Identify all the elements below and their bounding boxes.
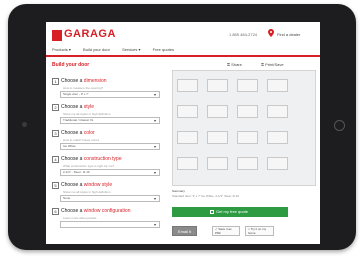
door-panel xyxy=(237,105,258,118)
print-save-tool[interactable]: ⚿ Print/Save xyxy=(261,62,284,67)
door-panel xyxy=(267,157,288,170)
chevron-down-icon: ▾ xyxy=(153,170,156,175)
summary-description: Standard door: 9' x 7' Ice White, 2-1/4"… xyxy=(172,194,240,198)
step-title: Choose a window configuration xyxy=(61,208,131,214)
map-pin-icon[interactable] xyxy=(268,29,274,37)
construction-select[interactable]: 2-1/4" - Steel - R-16 ▾ xyxy=(60,169,160,176)
door-panel xyxy=(267,79,288,92)
door-preview xyxy=(172,70,316,186)
key-icon: ⚿ xyxy=(261,62,265,67)
document-icon xyxy=(210,210,214,214)
door-panel xyxy=(177,157,198,170)
door-panel xyxy=(207,157,228,170)
find-dealer-link[interactable]: Find a dealer xyxy=(277,32,300,37)
door-panel xyxy=(177,131,198,144)
step-number: 1 xyxy=(52,78,59,85)
step-help-link[interactable]: How to measure the opening? xyxy=(63,86,103,90)
share-tool[interactable]: ⚿ Share xyxy=(227,62,242,67)
nav-services[interactable]: Services ▾ xyxy=(122,47,140,52)
door-panel xyxy=(177,105,198,118)
door-panel xyxy=(267,105,288,118)
builder-title: Build your door xyxy=(52,62,90,68)
summary-title: Summary xyxy=(172,189,185,193)
header-divider xyxy=(46,55,320,57)
garaga-logo[interactable]: GARAGA xyxy=(64,28,116,40)
garaga-logo-icon[interactable] xyxy=(52,30,62,41)
email-button[interactable]: Email it xyxy=(172,226,197,236)
chevron-down-icon: ▾ xyxy=(153,92,156,97)
door-panel xyxy=(207,105,228,118)
chevron-down-icon: ▾ xyxy=(153,222,156,227)
camera-dot xyxy=(22,122,27,127)
chevron-down-icon: ▾ xyxy=(153,144,156,149)
tablet-frame: GARAGA 1 855 484-2724 Find a dealer Prod… xyxy=(8,4,356,250)
nav-free-quotes[interactable]: Free quotes xyxy=(153,47,174,52)
step-title: Choose a style xyxy=(61,104,95,110)
step-number: 3 xyxy=(52,130,59,137)
style-select[interactable]: Traditional / Classic XL ▾ xyxy=(60,117,160,124)
chevron-down-icon: ▾ xyxy=(153,118,156,123)
step-number: 4 xyxy=(52,156,59,163)
step-title: Choose a window style xyxy=(61,182,113,188)
step-number: 2 xyxy=(52,104,59,111)
try-on-home-button[interactable]: ⌂ Try it on my home xyxy=(245,226,274,236)
tablet-screen: GARAGA 1 855 484-2724 Find a dealer Prod… xyxy=(46,22,320,244)
key-icon: ⚿ xyxy=(227,62,231,67)
phone-number[interactable]: 1 855 484-2724 xyxy=(229,32,257,37)
get-free-quote-button[interactable]: Get my free quote xyxy=(172,207,288,217)
step-number: 5 xyxy=(52,182,59,189)
step-help-link[interactable]: Learn more about panels xyxy=(63,216,96,220)
window-configuration-select[interactable]: ▾ xyxy=(60,221,160,228)
door-panel xyxy=(207,131,228,144)
step-title: Choose a dimension xyxy=(61,78,107,84)
step-help-link[interactable]: Show me all styles in high definition xyxy=(63,112,110,116)
door-panel xyxy=(207,79,228,92)
site-header: GARAGA 1 855 484-2724 Find a dealer Prod… xyxy=(46,22,320,54)
step-title: Choose a construction type xyxy=(61,156,122,162)
dimension-select[interactable]: Single door - 9' x 7' ▾ xyxy=(60,91,160,98)
step-help-link[interactable]: What construction type is right for me? xyxy=(63,164,114,168)
door-panel xyxy=(267,131,288,144)
door-panel xyxy=(237,131,258,144)
window-style-select[interactable]: None ▾ xyxy=(60,195,160,202)
step-number: 6 xyxy=(52,208,59,215)
color-select[interactable]: Ice White ▾ xyxy=(60,143,160,150)
door-panel xyxy=(177,79,198,92)
door-panel xyxy=(237,79,258,92)
nav-products[interactable]: Products ▾ xyxy=(52,47,71,52)
home-button xyxy=(334,120,345,131)
save-pdf-button[interactable]: ✓ Save it as PDF xyxy=(212,226,240,236)
step-help-link[interactable]: Show me all styles in high definition xyxy=(63,190,110,194)
step-help-link[interactable]: How to match house colors xyxy=(63,138,99,142)
nav-build-your-door[interactable]: Build your door xyxy=(83,47,110,52)
chevron-down-icon: ▾ xyxy=(153,196,156,201)
main-nav: Products ▾ Build your door Services ▾ Fr… xyxy=(52,47,185,52)
door-panel xyxy=(237,157,258,170)
step-title: Choose a color xyxy=(61,130,95,136)
